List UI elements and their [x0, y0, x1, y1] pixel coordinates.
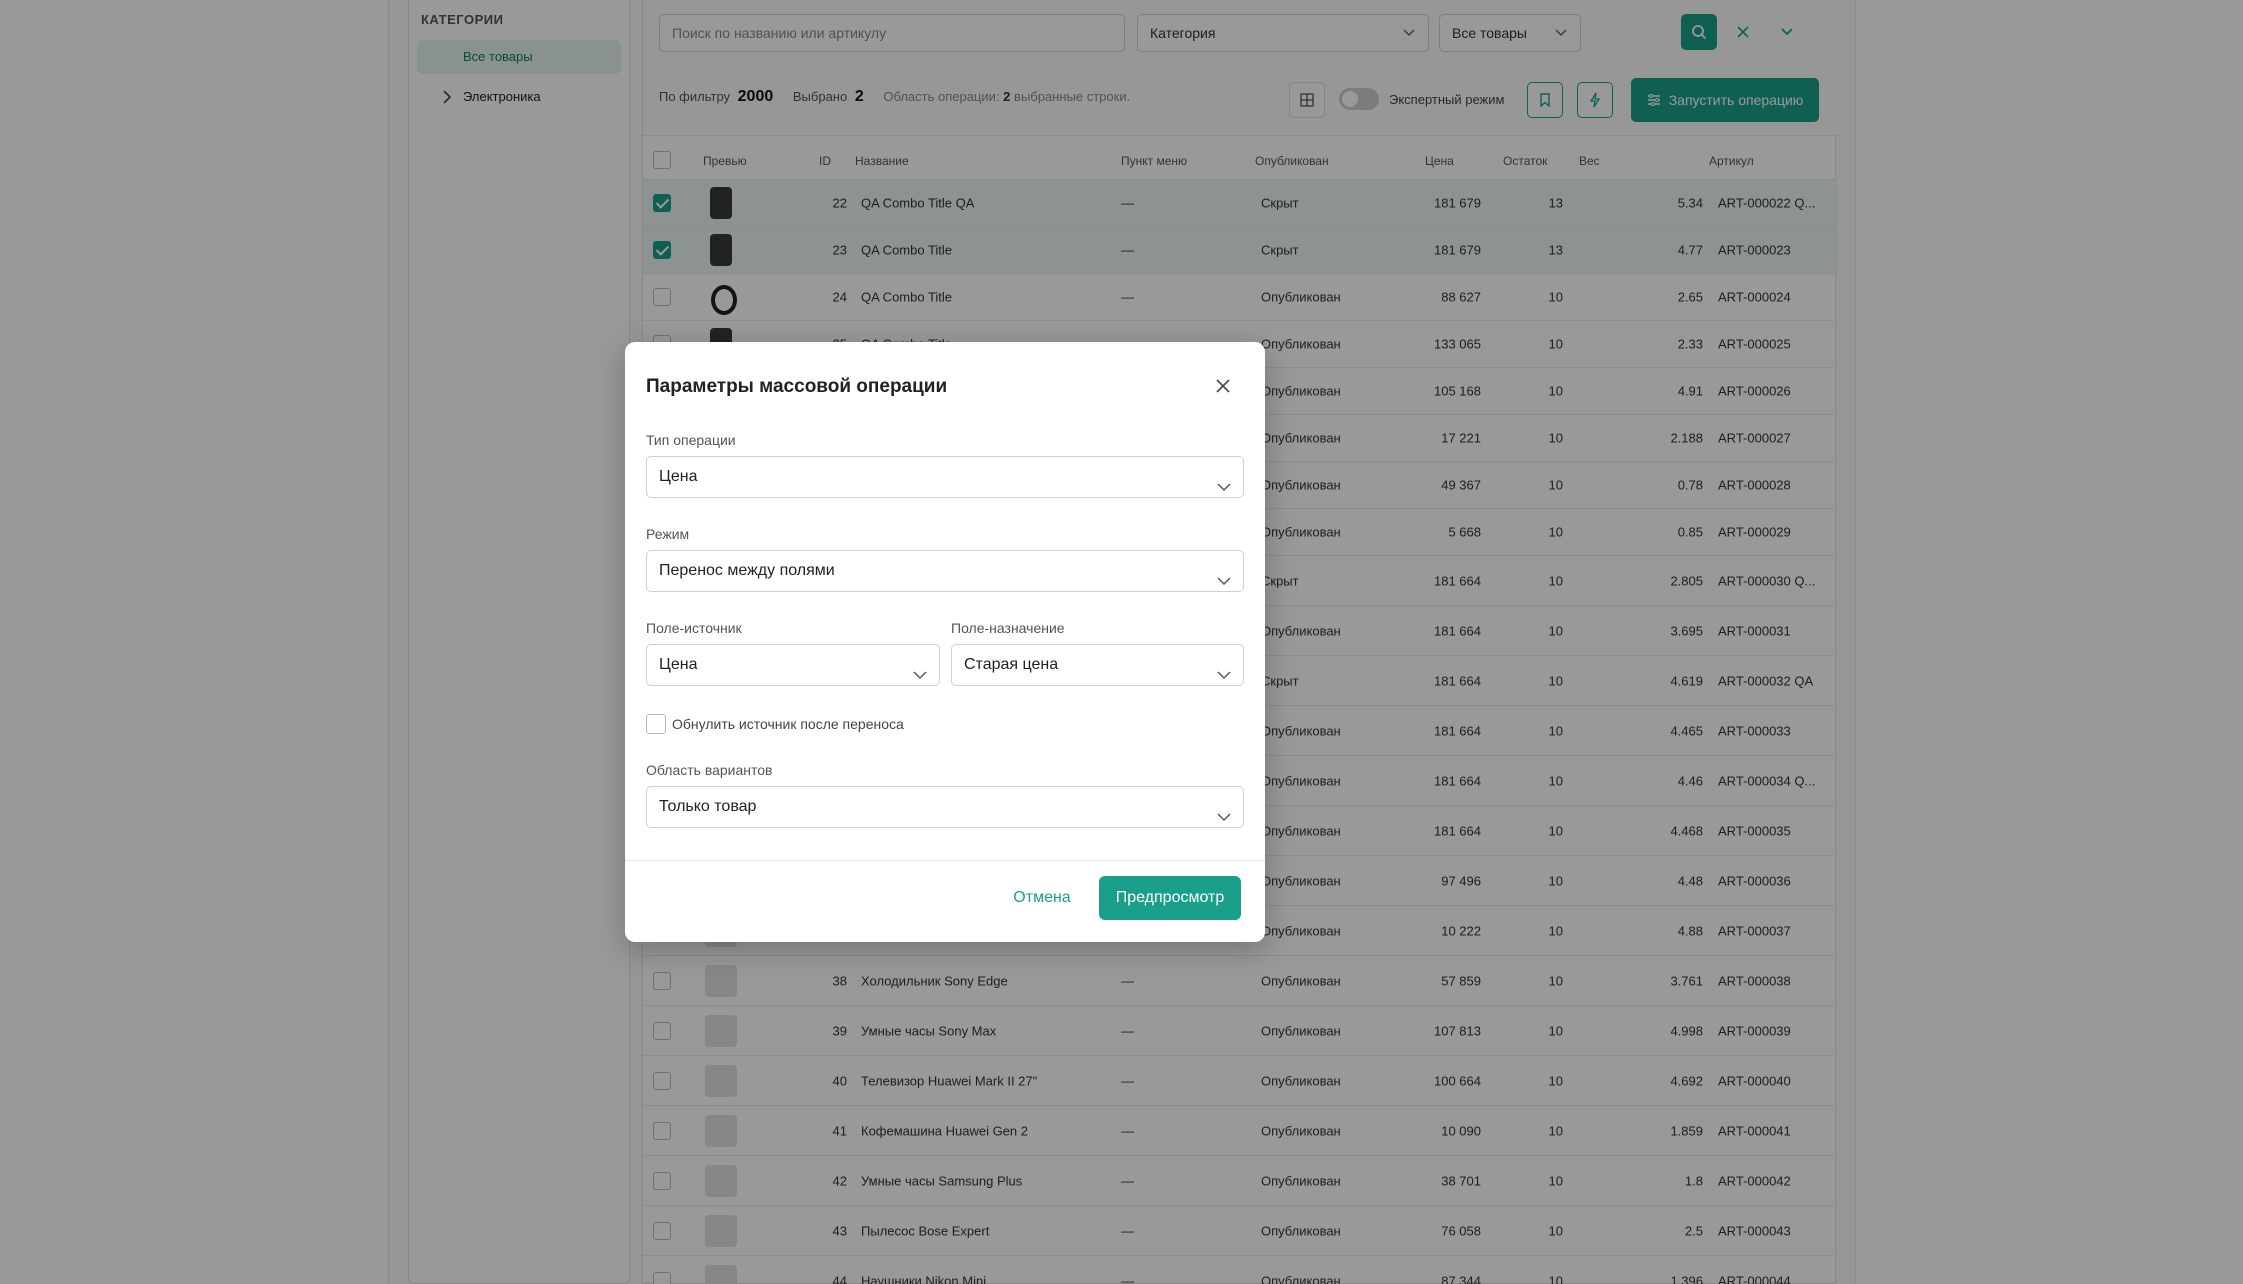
chevron-down-icon: [1217, 658, 1231, 698]
bulk-operation-modal: Параметры массовой операции Тип операции…: [625, 342, 1265, 942]
close-icon: [1216, 379, 1230, 393]
cancel-button[interactable]: Отмена: [1001, 876, 1083, 920]
target-field-label: Поле-назначение: [951, 620, 1065, 636]
source-field-select[interactable]: Цена: [646, 644, 940, 686]
variants-scope-select[interactable]: Только товар: [646, 786, 1244, 828]
reset-source-label: Обнулить источник после переноса: [672, 716, 904, 732]
variants-scope-label: Область вариантов: [646, 762, 773, 778]
close-modal-button[interactable]: [1209, 372, 1237, 400]
variants-scope-value: Только товар: [659, 798, 757, 815]
chevron-down-icon: [1217, 564, 1231, 604]
chevron-down-icon: [1217, 470, 1231, 510]
operation-type-select[interactable]: Цена: [646, 456, 1244, 498]
source-field-label: Поле-источник: [646, 620, 742, 636]
modal-footer-divider: [625, 860, 1265, 861]
mode-label: Режим: [646, 526, 690, 542]
mode-value: Перенос между полями: [659, 562, 835, 579]
modal-title: Параметры массовой операции: [646, 376, 948, 397]
reset-source-checkbox[interactable]: [646, 714, 666, 734]
target-field-select[interactable]: Старая цена: [951, 644, 1244, 686]
mode-select[interactable]: Перенос между полями: [646, 550, 1244, 592]
chevron-down-icon: [1217, 800, 1231, 840]
operation-type-label: Тип операции: [646, 432, 736, 448]
operation-type-value: Цена: [659, 468, 698, 485]
source-field-value: Цена: [659, 656, 698, 673]
preview-button[interactable]: Предпросмотр: [1099, 876, 1241, 920]
target-field-value: Старая цена: [964, 656, 1059, 673]
chevron-down-icon: [913, 658, 927, 698]
